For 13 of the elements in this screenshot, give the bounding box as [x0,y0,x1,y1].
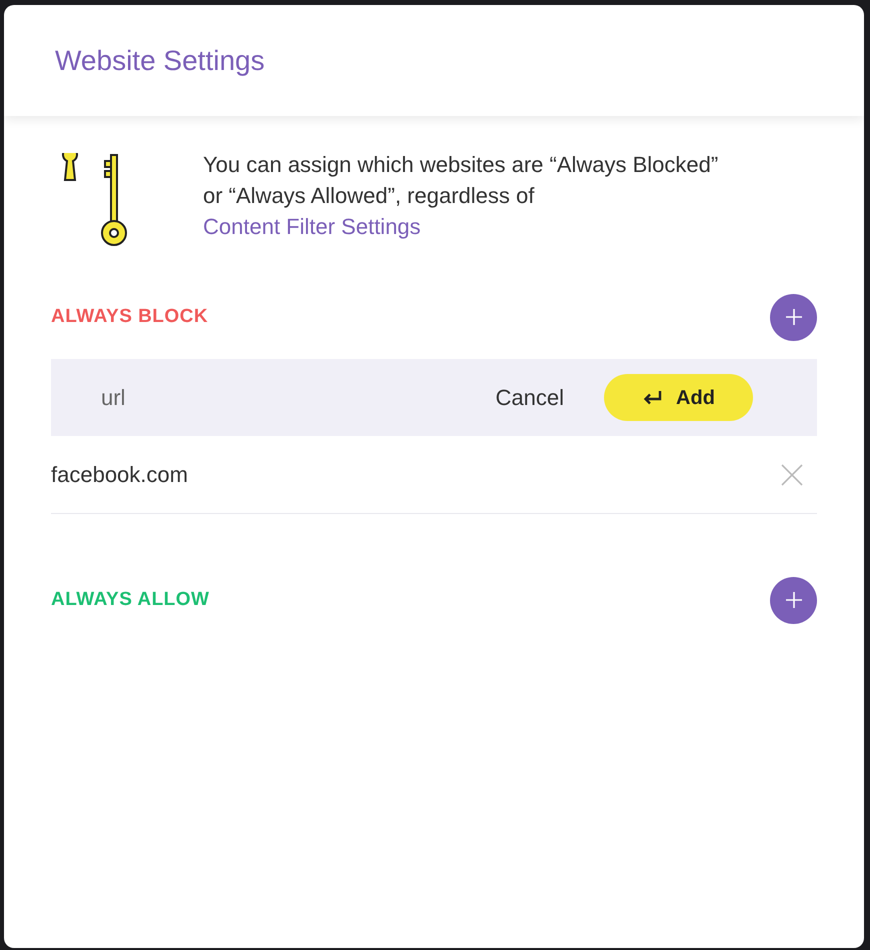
dialog-title: Website Settings [55,44,265,78]
intro-text: You can assign which websites are “Always Blocked” or “Always Allowed”, regardless of Content Filter Settings [203,151,720,241]
section-heading: ALWAYS ALLOW [51,588,210,612]
blocked-site: facebook.com [51,461,188,489]
cancel-button[interactable]: Cancel [496,381,564,414]
section-heading: ALWAYS BLOCK [51,304,208,329]
plus-icon [784,307,804,327]
content-filter-link[interactable]: Content Filter Settings [203,214,421,239]
add-url-button[interactable]: Add [604,374,753,421]
add-button[interactable] [770,294,817,340]
url-field[interactable]: url [101,381,496,414]
plus-icon [784,590,804,610]
add-button[interactable] [770,576,817,624]
